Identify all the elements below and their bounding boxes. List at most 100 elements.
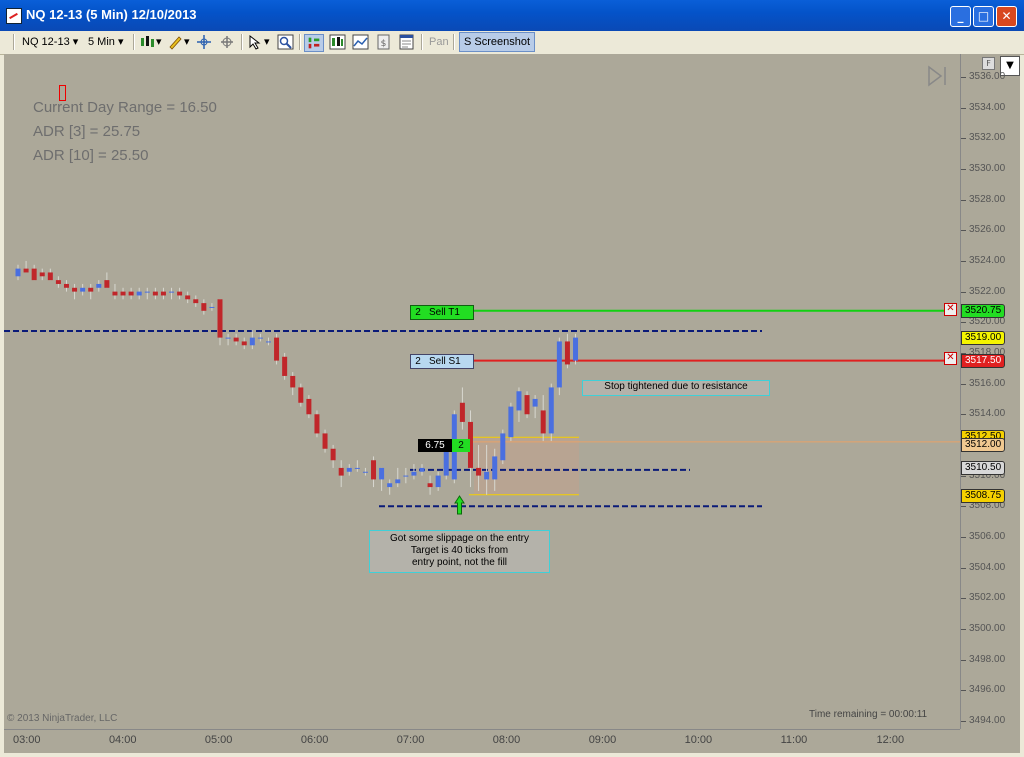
candle-body bbox=[80, 287, 86, 292]
chevron-down-icon[interactable]: ▾ bbox=[264, 33, 270, 51]
chevron-down-icon: ▾ bbox=[117, 36, 124, 48]
zoom-icon[interactable] bbox=[277, 34, 294, 50]
candle-body bbox=[290, 375, 296, 388]
candle-body bbox=[128, 291, 134, 296]
svg-text:$: $ bbox=[381, 39, 387, 49]
candle-body bbox=[201, 303, 207, 311]
candle-body bbox=[476, 467, 482, 476]
candle-body bbox=[411, 471, 417, 476]
target-order-label[interactable]: 2 Sell T1 bbox=[410, 305, 474, 320]
candle-body bbox=[322, 433, 328, 449]
candle-body bbox=[265, 341, 271, 343]
entry-note-line: Got some slippage on the entry bbox=[390, 533, 529, 544]
screenshot-button[interactable]: S Screenshot bbox=[459, 32, 536, 52]
close-button[interactable]: ✕ bbox=[996, 6, 1017, 27]
position-label[interactable]: 6.75 2 bbox=[418, 439, 472, 452]
stop-order-label[interactable]: 2 Sell S1 bbox=[410, 354, 474, 369]
price-axis[interactable]: F ▼ 3536.00 3534.00 3532.00 3530.00 3528.00 3… bbox=[960, 54, 1020, 729]
chart-trader-icon[interactable] bbox=[304, 34, 324, 52]
instrument-selector[interactable]: NQ 12-13 ▾ bbox=[22, 33, 78, 51]
copyright: © 2013 NinjaTrader, LLC bbox=[7, 713, 118, 724]
candle-body bbox=[185, 295, 191, 300]
price-tick-label: 3502.00 bbox=[960, 592, 1006, 604]
bar-type-icon[interactable] bbox=[139, 34, 156, 50]
candle-body bbox=[144, 291, 150, 293]
price-chart-panel[interactable]: Current Day Range = 16.50 ADR [3] = 25.7… bbox=[4, 54, 1020, 753]
data-box-icon[interactable] bbox=[329, 34, 346, 50]
pencil-icon[interactable] bbox=[167, 34, 184, 50]
candle-body bbox=[330, 448, 336, 461]
strategies-icon[interactable]: $ bbox=[375, 34, 392, 50]
candle-body bbox=[573, 337, 579, 361]
candle-body bbox=[249, 337, 255, 346]
last-price-label: 3510.50 bbox=[961, 461, 1006, 475]
candle-body bbox=[63, 283, 69, 288]
target-qty: 2 bbox=[415, 307, 421, 318]
price-tick-label: 3534.00 bbox=[960, 101, 1006, 113]
candle-body bbox=[564, 341, 570, 365]
current-day-range: Current Day Range = 16.50 bbox=[33, 99, 217, 116]
time-axis[interactable]: 03:00 04:00 05:00 06:00 07:00 08:00 09:00 10:00… bbox=[4, 729, 960, 753]
candle-body bbox=[371, 460, 377, 480]
chevron-down-icon[interactable]: ▾ bbox=[184, 33, 190, 51]
candle-body bbox=[524, 395, 530, 415]
candle-body bbox=[120, 291, 126, 296]
candle-body bbox=[241, 341, 247, 346]
candle-body bbox=[15, 268, 21, 277]
price-tick-label: 3494.00 bbox=[960, 714, 1006, 726]
select-pointer-icon[interactable] bbox=[247, 34, 264, 50]
candle-body bbox=[395, 479, 401, 484]
pan-button[interactable]: Pan bbox=[429, 33, 449, 51]
cancel-stop-icon[interactable]: ✕ bbox=[944, 352, 957, 365]
maximize-button[interactable]: □ bbox=[973, 6, 994, 27]
price-tick-label: 3528.00 bbox=[960, 193, 1006, 205]
properties-icon[interactable] bbox=[398, 34, 415, 50]
candle-body bbox=[403, 475, 409, 477]
candle-body bbox=[435, 475, 441, 488]
scroll-to-end-icon[interactable] bbox=[926, 65, 950, 87]
plot-area[interactable]: Current Day Range = 16.50 ADR [3] = 25.7… bbox=[4, 54, 960, 729]
candle-body bbox=[362, 471, 368, 473]
candle-body bbox=[233, 337, 239, 342]
time-tick-label: 07:00 bbox=[396, 734, 425, 746]
time-tick-label: 05:00 bbox=[204, 734, 233, 746]
time-tick-label: 03:00 bbox=[13, 734, 41, 746]
global-crosshair-icon[interactable] bbox=[219, 34, 236, 50]
candle-body bbox=[379, 467, 385, 480]
window-title: NQ 12-13 (5 Min) 12/10/2013 bbox=[26, 7, 197, 22]
candle-body bbox=[209, 306, 215, 308]
time-tick-label: 10:00 bbox=[684, 734, 713, 746]
stop-annotation: Stop tightened due to resistance bbox=[582, 380, 770, 396]
adr-3: ADR [3] = 25.75 bbox=[33, 123, 141, 140]
candle-body bbox=[225, 337, 231, 339]
candle-body bbox=[387, 483, 393, 488]
candle-body bbox=[282, 356, 288, 376]
time-tick-label: 08:00 bbox=[492, 734, 521, 746]
candle-body bbox=[548, 387, 554, 434]
price-tick-label: 3522.00 bbox=[960, 285, 1006, 297]
candle-body bbox=[96, 283, 102, 288]
candle-body bbox=[419, 467, 425, 472]
time-tick-label: 11:00 bbox=[780, 734, 808, 746]
candle-body bbox=[88, 287, 94, 292]
chevron-down-icon: ▾ bbox=[72, 36, 79, 48]
price-tick-label: 3524.00 bbox=[960, 254, 1006, 266]
cancel-target-icon[interactable]: ✕ bbox=[944, 303, 957, 316]
entry-annotation: Got some slippage on the entry Target is… bbox=[369, 530, 550, 573]
price-tick-label: 3526.00 bbox=[960, 224, 1006, 236]
price-tick-label: 3498.00 bbox=[960, 653, 1006, 665]
crosshair-icon[interactable] bbox=[196, 34, 213, 50]
candle-body bbox=[540, 410, 546, 434]
candle-body bbox=[152, 291, 158, 296]
toolbar-separator bbox=[421, 34, 423, 50]
minimize-button[interactable]: _ bbox=[950, 6, 971, 27]
target-price-label: 3520.75 bbox=[961, 304, 1006, 318]
price-marker-3508-75: 3508.75 bbox=[961, 489, 1006, 503]
price-tick-label: 3496.00 bbox=[960, 684, 1006, 696]
fixed-scale-icon[interactable]: F bbox=[982, 57, 995, 70]
chevron-down-icon[interactable]: ▾ bbox=[156, 33, 162, 51]
toolbar-separator bbox=[241, 34, 243, 50]
entry-arrow-icon bbox=[454, 495, 465, 515]
interval-selector[interactable]: 5 Min ▾ bbox=[88, 33, 124, 51]
indicators-icon[interactable] bbox=[352, 34, 369, 50]
